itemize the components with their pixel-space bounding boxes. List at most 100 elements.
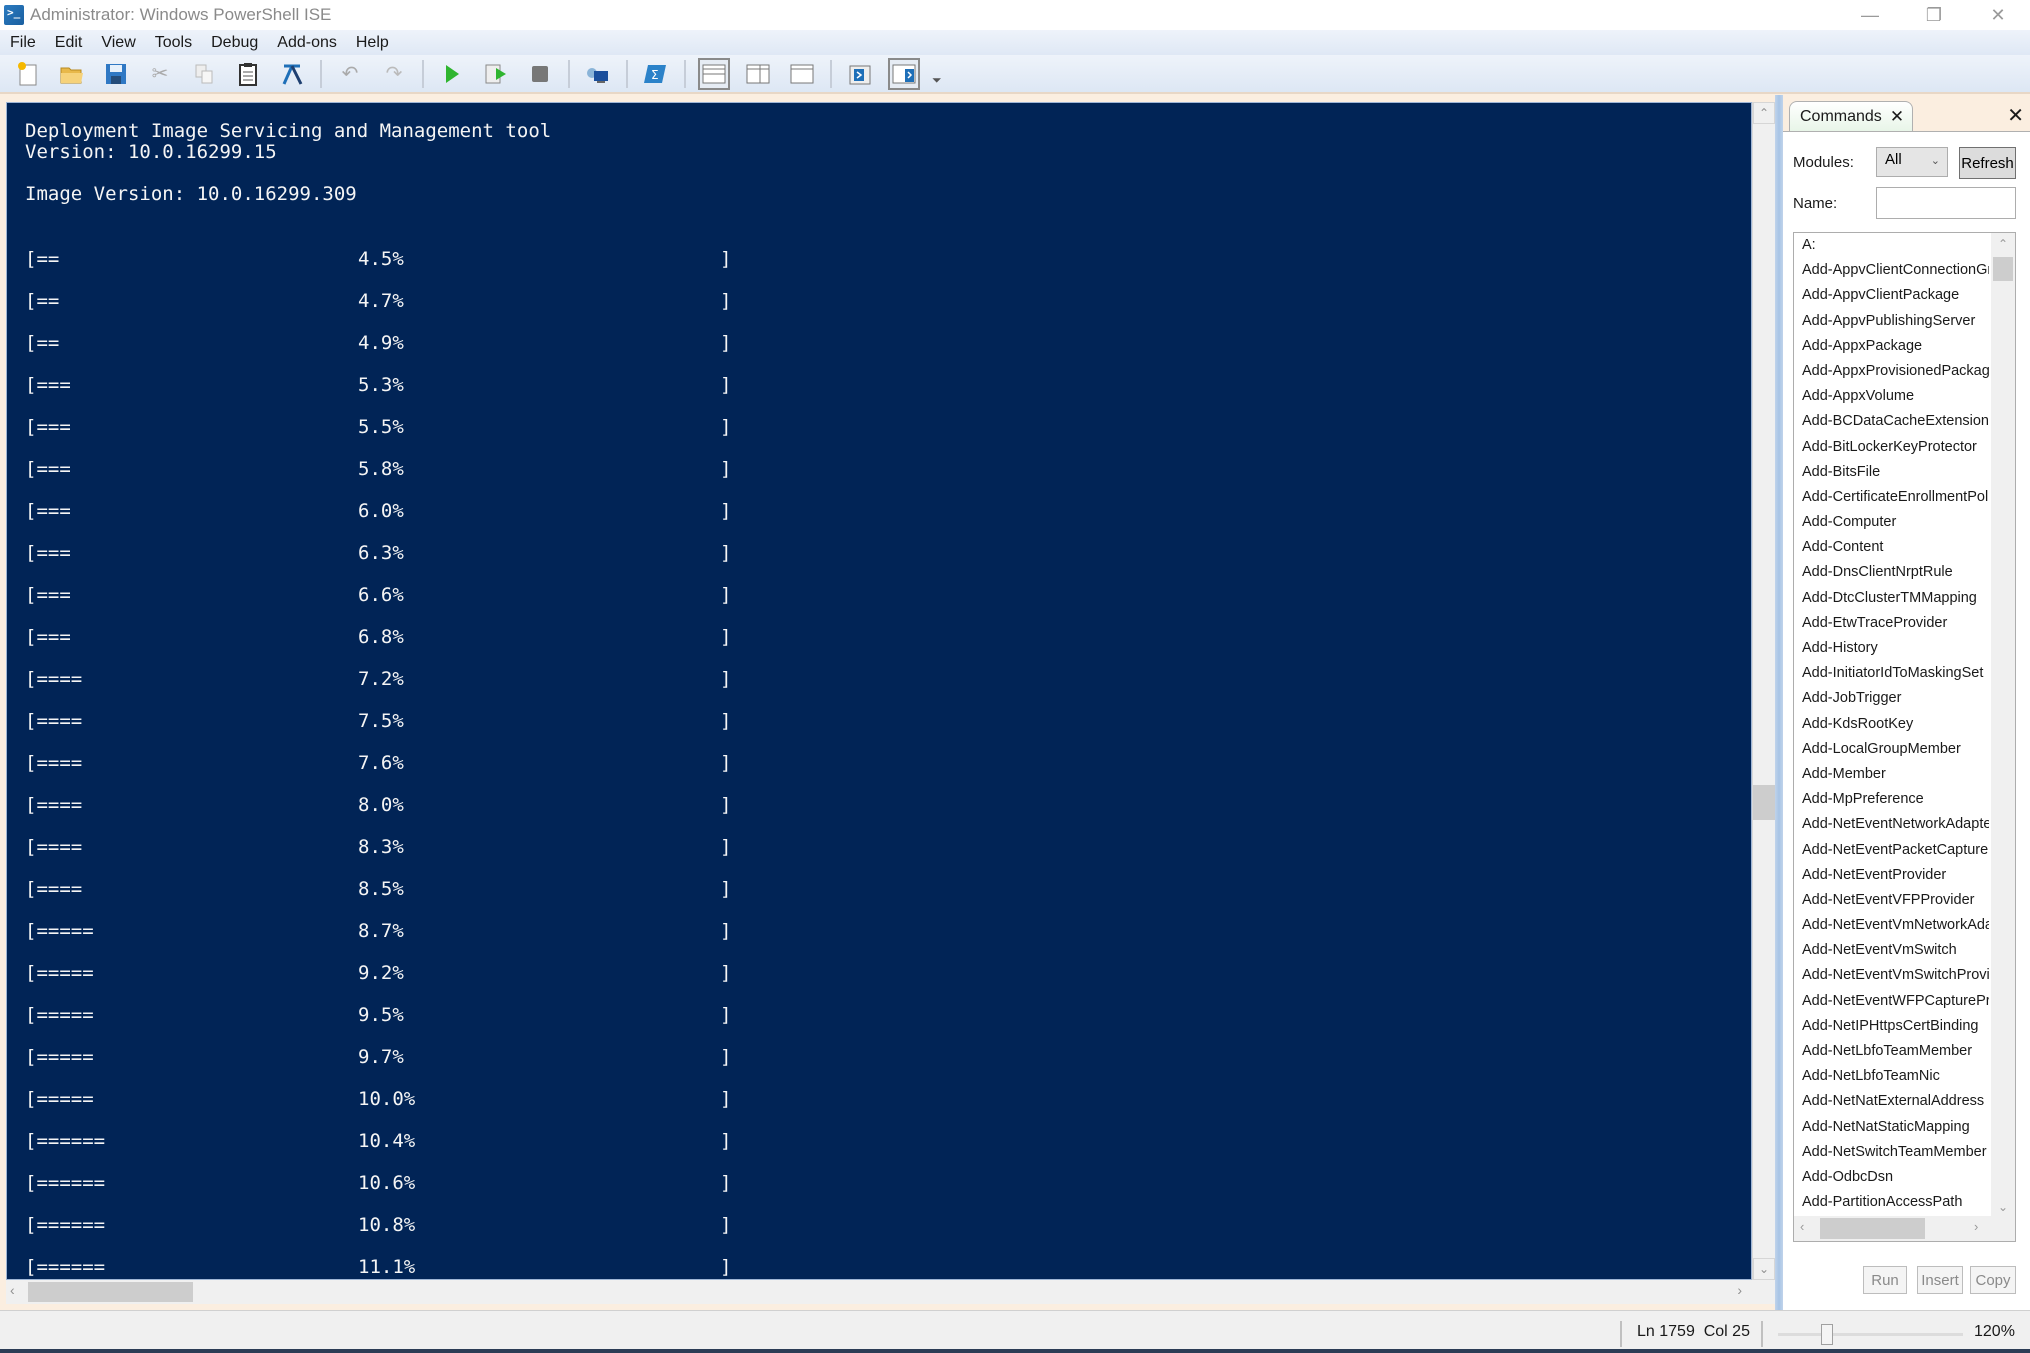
chevron-left-icon[interactable]: ‹: [1800, 1219, 1804, 1234]
menu-tools[interactable]: Tools: [155, 34, 192, 52]
command-list-item[interactable]: Add-NetEventVmNetworkAdapter: [1794, 913, 1989, 938]
command-list-item[interactable]: Add-AppvClientConnectionGroup: [1794, 258, 1989, 283]
show-command-window-button[interactable]: [844, 58, 876, 90]
show-script-pane-top-button[interactable]: [698, 57, 730, 90]
command-list-item[interactable]: Add-NetIPHttpsCertBinding: [1794, 1014, 1989, 1039]
command-list-item[interactable]: Add-CertificateEnrollmentPolicyServer: [1794, 485, 1989, 510]
scroll-up-button[interactable]: ⌃: [1753, 102, 1775, 124]
command-list-item[interactable]: Add-EtwTraceProvider: [1794, 611, 1989, 636]
command-list-item[interactable]: Add-NetEventPacketCaptureProvider: [1794, 838, 1989, 863]
command-list-item[interactable]: Add-AppvClientPackage: [1794, 283, 1989, 308]
scroll-down-button[interactable]: ⌄: [1753, 1258, 1775, 1280]
console-pane[interactable]: Deployment Image Servicing and Managemen…: [6, 102, 1752, 1280]
zoom-slider-track[interactable]: [1778, 1333, 1963, 1336]
command-list-item[interactable]: Add-JobTrigger: [1794, 686, 1989, 711]
command-list-item[interactable]: Add-BitLockerKeyProtector: [1794, 435, 1989, 460]
list-vertical-scrollbar[interactable]: ⌃ ⌄: [1991, 233, 2015, 1218]
refresh-button[interactable]: Refresh: [1959, 147, 2016, 179]
run-selection-button[interactable]: [480, 58, 512, 90]
command-list-item[interactable]: Add-KdsRootKey: [1794, 712, 1989, 737]
command-list-item[interactable]: Add-PartitionAccessPath: [1794, 1190, 1989, 1215]
tab-commands[interactable]: Commands ✕: [1789, 101, 1913, 131]
command-list-item[interactable]: Add-NetSwitchTeamMember: [1794, 1140, 1989, 1165]
command-list-item[interactable]: Add-NetEventWFPCaptureProvider: [1794, 989, 1989, 1014]
command-list-item[interactable]: Add-NetEventNetworkAdapter: [1794, 812, 1989, 837]
command-list-item[interactable]: Add-AppvPublishingServer: [1794, 309, 1989, 334]
commands-list[interactable]: A:Add-AppvClientConnectionGroupAdd-AppvC…: [1793, 232, 2016, 1242]
console-vertical-scrollbar[interactable]: ⌃ ⌄: [1752, 102, 1775, 1280]
command-list-item[interactable]: Add-NetLbfoTeamMember: [1794, 1039, 1989, 1064]
chevron-right-icon[interactable]: ›: [1974, 1219, 1978, 1234]
close-tab-icon[interactable]: ✕: [1890, 107, 1904, 127]
chevron-up-icon[interactable]: ⌃: [1991, 233, 2015, 255]
command-list-item[interactable]: Add-BCDataCacheExtension: [1794, 409, 1989, 434]
menu-addons[interactable]: Add-ons: [277, 34, 337, 52]
command-list-item[interactable]: Add-AppxProvisionedPackage: [1794, 359, 1989, 384]
command-list-item[interactable]: Add-NetEventProvider: [1794, 863, 1989, 888]
command-list-item[interactable]: Add-AppxPackage: [1794, 334, 1989, 359]
command-list-item[interactable]: Add-NetLbfoTeamNic: [1794, 1064, 1989, 1089]
command-list-item[interactable]: Add-AppxVolume: [1794, 384, 1989, 409]
command-list-item[interactable]: Add-NetEventVFPProvider: [1794, 888, 1989, 913]
scroll-thumb[interactable]: [1993, 257, 2013, 281]
command-list-item[interactable]: Add-OdbcDsn: [1794, 1165, 1989, 1190]
run-button[interactable]: Run: [1863, 1266, 1907, 1294]
command-list-item[interactable]: Add-MpPreference: [1794, 787, 1989, 812]
command-list-item[interactable]: Add-InitiatorIdToMaskingSet: [1794, 661, 1989, 686]
show-script-pane-right-button[interactable]: [742, 58, 774, 90]
save-button[interactable]: [100, 58, 132, 90]
cut-button[interactable]: ✂: [144, 58, 176, 90]
menu-debug[interactable]: Debug: [211, 34, 258, 52]
stop-button[interactable]: [524, 58, 556, 90]
progress-percent: 4.9%: [358, 332, 404, 354]
menu-view[interactable]: View: [101, 34, 135, 52]
command-list-item[interactable]: Add-DnsClientNrptRule: [1794, 560, 1989, 585]
scroll-thumb[interactable]: [28, 1282, 193, 1302]
scroll-thumb[interactable]: [1753, 785, 1775, 820]
start-powershell-button[interactable]: Σ: [640, 58, 672, 90]
list-horizontal-scrollbar[interactable]: ‹ ›: [1794, 1216, 2015, 1241]
show-command-addon-button[interactable]: [888, 57, 920, 90]
console-horizontal-scrollbar[interactable]: ‹ ›: [6, 1280, 1752, 1304]
open-button[interactable]: [56, 58, 88, 90]
new-remote-powershell-tab-button[interactable]: [582, 58, 614, 90]
command-list-item[interactable]: Add-Computer: [1794, 510, 1989, 535]
copy-button[interactable]: Copy: [1970, 1266, 2016, 1294]
toolbar-overflow-icon[interactable]: ⏷: [932, 73, 942, 88]
command-list-item[interactable]: Add-History: [1794, 636, 1989, 661]
command-list-item[interactable]: Add-Content: [1794, 535, 1989, 560]
modules-dropdown[interactable]: All ⌄: [1876, 147, 1948, 177]
command-list-item[interactable]: Add-NetEventVmSwitch: [1794, 938, 1989, 963]
scroll-thumb[interactable]: [1820, 1218, 1925, 1239]
command-list-item[interactable]: Add-NetNatStaticMapping: [1794, 1115, 1989, 1140]
run-script-button[interactable]: [436, 58, 468, 90]
new-script-button[interactable]: [12, 58, 44, 90]
copy-button[interactable]: [188, 58, 220, 90]
menu-file[interactable]: File: [10, 34, 36, 52]
menu-edit[interactable]: Edit: [55, 34, 83, 52]
chevron-left-icon[interactable]: ‹: [10, 1282, 15, 1298]
command-list-item[interactable]: A:: [1794, 233, 1989, 258]
chevron-down-icon[interactable]: ⌄: [1991, 1196, 2015, 1218]
command-list-item[interactable]: Add-NetEventVmSwitchProvider: [1794, 963, 1989, 988]
close-button[interactable]: ✕: [1966, 0, 2030, 30]
command-list-item[interactable]: Add-LocalGroupMember: [1794, 737, 1989, 762]
close-pane-icon[interactable]: ✕: [2007, 103, 2024, 128]
chevron-right-icon[interactable]: ›: [1737, 1282, 1742, 1298]
undo-button[interactable]: ↶: [334, 58, 366, 90]
command-list-item[interactable]: Add-DtcClusterTMMapping: [1794, 586, 1989, 611]
clear-console-button[interactable]: [276, 58, 308, 90]
paste-button[interactable]: [232, 58, 264, 90]
menu-help[interactable]: Help: [356, 34, 389, 52]
command-list-item[interactable]: Add-Member: [1794, 762, 1989, 787]
redo-button[interactable]: ↷: [378, 58, 410, 90]
command-list-item[interactable]: Add-BitsFile: [1794, 460, 1989, 485]
command-list-item[interactable]: Add-NetNatExternalAddress: [1794, 1089, 1989, 1114]
name-input[interactable]: [1876, 187, 2016, 219]
minimize-button[interactable]: —: [1838, 0, 1902, 30]
zoom-slider-thumb[interactable]: [1820, 1324, 1833, 1345]
restore-button[interactable]: ❐: [1902, 0, 1966, 30]
insert-button[interactable]: Insert: [1917, 1266, 1963, 1294]
pane-splitter[interactable]: [1775, 95, 1783, 1310]
show-script-pane-maximized-button[interactable]: [786, 58, 818, 90]
